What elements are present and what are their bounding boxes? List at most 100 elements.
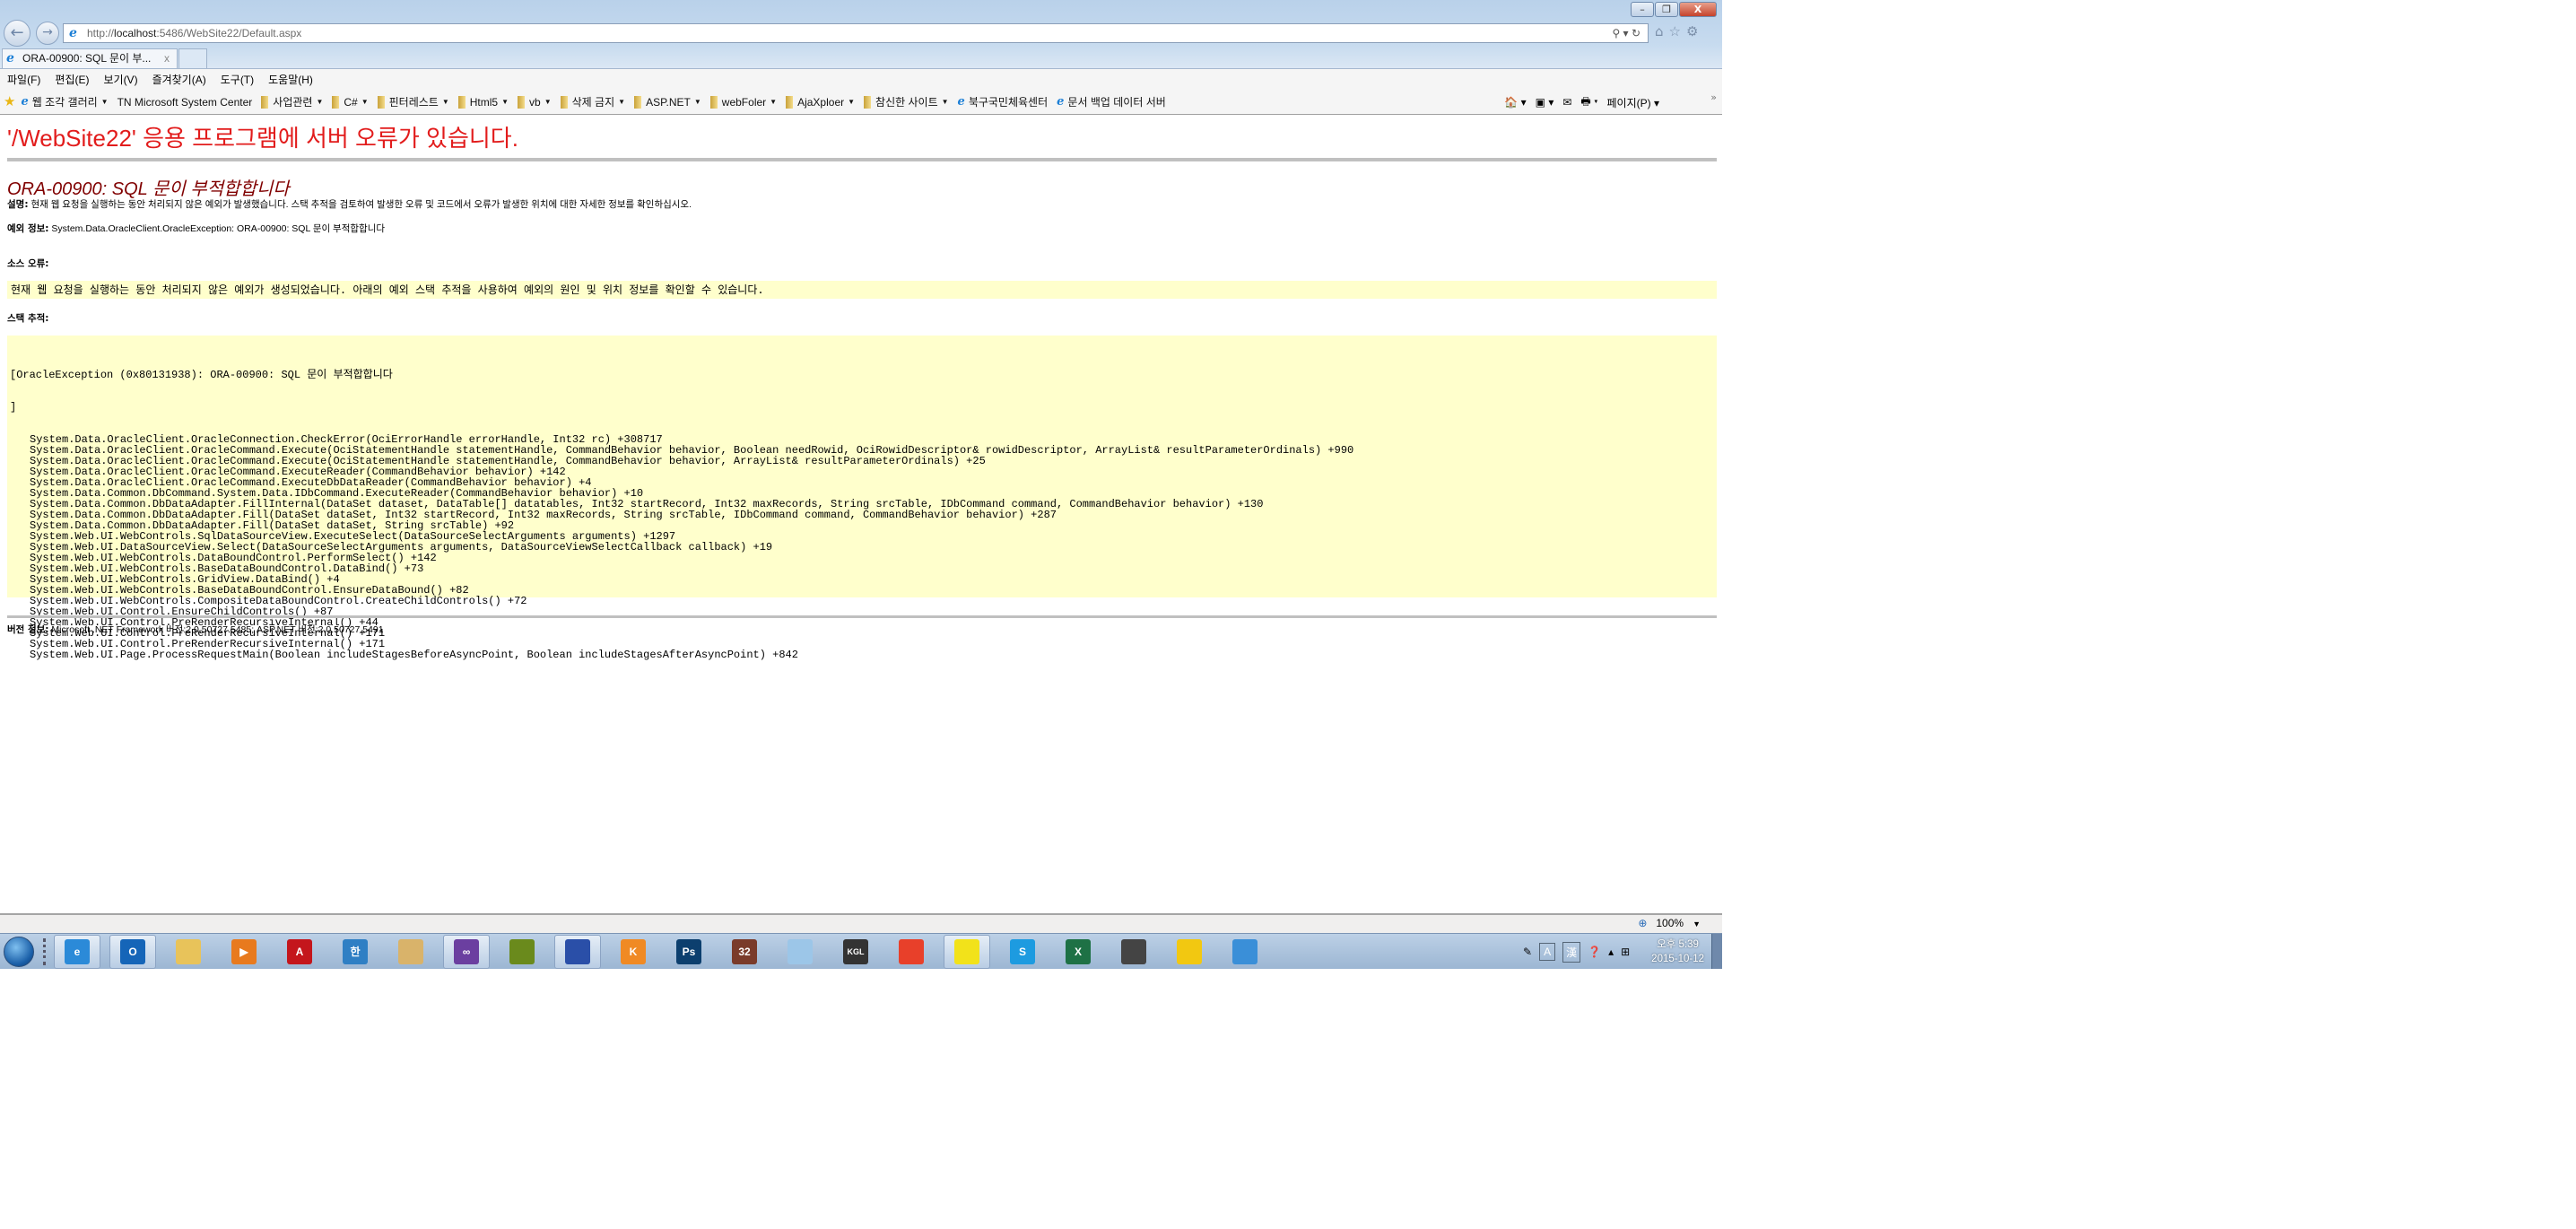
close-button[interactable]: X [1679, 2, 1717, 17]
favorite-item[interactable]: vb ▼ [518, 91, 552, 114]
taskbar-app-hangul-editor[interactable]: 한 [332, 935, 379, 969]
taskbar-app-visual-studio[interactable]: ∞ [443, 934, 490, 969]
chevron-down-icon[interactable]: ▼ [442, 91, 449, 114]
description: 설명: 현재 웹 요청을 실행하는 동안 처리되지 않은 예외가 발생했습니다.… [7, 197, 692, 211]
ime-hanja[interactable]: 漢 [1562, 941, 1581, 963]
menu-item[interactable]: 보기(V) [103, 69, 137, 90]
stack-label: 스택 추적: [7, 313, 49, 324]
taskbar-app-skype[interactable]: S [999, 935, 1046, 969]
home-icon[interactable]: ⌂ [1655, 23, 1669, 39]
favorite-item[interactable]: 사업관련 ▼ [261, 91, 323, 114]
menu-item[interactable]: 파일(F) [7, 69, 40, 90]
favorite-item[interactable]: AjaXploer ▼ [786, 91, 855, 114]
chevron-down-icon[interactable]: ▼ [848, 91, 855, 114]
taskbar-app-kakao-k3[interactable]: K [610, 935, 657, 969]
favorite-item[interactable]: ASP.NET ▼ [634, 91, 701, 114]
favorite-item[interactable]: webFoler ▼ [709, 91, 777, 114]
taskbar-app-excel[interactable]: X [1055, 935, 1101, 969]
menu-item[interactable]: 즐겨찾기(A) [152, 69, 206, 90]
taskbar-app-paint[interactable] [387, 935, 434, 969]
taskbar-app-acrobat[interactable]: A [276, 935, 323, 969]
zoom-control[interactable]: ⊕ 100% ▼ [1638, 917, 1701, 931]
chevron-down-icon[interactable]: ▼ [361, 91, 369, 114]
favorite-item[interactable]: TN Microsoft System Center [117, 91, 253, 114]
taskbar-app-file-explorer[interactable] [165, 935, 212, 969]
taskbar-app-calendar-app[interactable]: 32 [721, 935, 768, 969]
description-text: 현재 웹 요청을 실행하는 동안 처리되지 않은 예외가 발생했습니다. 스택 … [30, 199, 692, 210]
taskbar-grip[interactable] [43, 937, 50, 965]
taskbar-app-photoshop[interactable]: Ps [666, 935, 712, 969]
taskbar-app-notepad[interactable] [777, 935, 823, 969]
taskbar-app-eraser-app[interactable] [944, 934, 990, 969]
menu-item[interactable]: 도움말(H) [268, 69, 313, 90]
taskbar-app-powerbi[interactable] [1166, 935, 1213, 969]
favorite-label: 사업관련 [273, 95, 313, 109]
favorites-star-icon[interactable]: ★ [4, 91, 15, 114]
restore-button[interactable]: ❐ [1655, 2, 1678, 17]
acrobat-icon: A [287, 938, 312, 964]
status-bar: ⊕ 100% ▼ [0, 913, 1722, 933]
address-bar[interactable]: e http://localhost:5486/WebSite22/Defaul… [63, 23, 1649, 43]
favorite-item[interactable]: Html5 ▼ [457, 91, 509, 114]
favorite-item[interactable]: e 북구국민체육센터 [958, 91, 1049, 114]
folder-icon [332, 95, 340, 109]
version-info: 버전 정보: Microsoft .NET Framework 버전:2.0.5… [7, 623, 384, 636]
hangul-editor-icon: 한 [343, 938, 368, 964]
home-icon[interactable]: 🏠 ▾ [1504, 96, 1526, 109]
favorite-item[interactable]: 삭제 금지 ▼ [560, 91, 625, 114]
favorite-item[interactable]: e웹 조각 갤러리 ▼ [21, 91, 108, 114]
rss-feed-icon[interactable]: ▣ ▾ [1536, 96, 1554, 109]
favorite-item[interactable]: 핀터레스트 ▼ [377, 91, 449, 114]
forward-button[interactable]: → [36, 22, 59, 45]
taskbar-app-kgl-app[interactable]: KGL [832, 935, 879, 969]
menu-item[interactable]: 도구(T) [221, 69, 254, 90]
chevron-down-icon[interactable]: ▼ [544, 91, 552, 114]
chevron-down-icon[interactable]: ▼ [501, 91, 509, 114]
show-hidden-icons[interactable]: ▴ [1608, 946, 1614, 958]
chevron-down-icon[interactable]: ▼ [316, 91, 323, 114]
close-tab-icon[interactable]: x [164, 49, 170, 67]
start-button[interactable] [4, 936, 34, 967]
favorite-item[interactable]: C# ▼ [332, 91, 369, 114]
favorites-star-icon[interactable]: ☆ [1669, 23, 1686, 39]
language-bar-icon[interactable]: ✎ [1523, 946, 1532, 958]
favorite-item[interactable]: 참신한 사이트 ▼ [864, 91, 949, 114]
back-button[interactable]: ← [4, 20, 30, 47]
mail-icon[interactable]: ✉ [1562, 96, 1571, 109]
favorite-item[interactable]: e 문서 백업 데이터 서버 [1057, 91, 1166, 114]
taskbar-app-outlook[interactable]: O [109, 934, 156, 969]
help-icon[interactable]: ❓ [1588, 946, 1601, 958]
chevron-down-icon[interactable]: ▼ [1693, 917, 1701, 931]
chevron-down-icon[interactable]: ▼ [101, 91, 109, 114]
chevron-down-icon[interactable]: ▼ [694, 91, 701, 114]
print-icon[interactable]: 🖶 ▾ [1580, 93, 1597, 112]
favorite-label: webFoler [721, 95, 767, 109]
taskbar-app-media-player[interactable]: ▶ [221, 935, 267, 969]
search-icon[interactable]: ⚲ ▾ [1612, 27, 1628, 39]
taskbar-app-remote-desktop[interactable] [554, 934, 601, 969]
ie-icon: e [69, 26, 77, 40]
page-menu[interactable]: 페이지(P) ▾ [1607, 95, 1659, 110]
folder-icon [634, 95, 642, 109]
action-center-icon[interactable]: ⊞ [1621, 946, 1630, 958]
chevron-right-icon[interactable]: » [1710, 92, 1717, 103]
menu-item[interactable]: 편집(E) [55, 69, 89, 90]
gear-icon[interactable]: ⚙ [1686, 23, 1703, 39]
taskbar-app-control-panel[interactable] [1222, 935, 1268, 969]
chevron-down-icon[interactable]: ▼ [942, 91, 949, 114]
chevron-down-icon[interactable]: ▼ [618, 91, 625, 114]
new-tab-button[interactable] [178, 48, 207, 68]
taskbar-app-internet-explorer[interactable]: e [54, 934, 100, 969]
clock[interactable]: 오후 5:39 2015-10-12 [1651, 937, 1704, 966]
chevron-down-icon[interactable]: ▼ [770, 91, 777, 114]
taskbar-app-frog-app[interactable] [499, 935, 545, 969]
tab-active[interactable]: e ORA-00900: SQL 문이 부... x [2, 48, 178, 68]
favorite-label: TN Microsoft System Center [117, 95, 253, 109]
show-desktop-button[interactable] [1711, 934, 1722, 969]
taskbar-app-gom-player[interactable] [888, 935, 935, 969]
refresh-icon[interactable]: ↻ [1632, 27, 1640, 39]
minimize-button[interactable]: – [1631, 2, 1654, 17]
taskbar-app-camera-app[interactable] [1110, 935, 1157, 969]
ime-mode[interactable]: A [1539, 943, 1556, 961]
favorite-label: ASP.NET [646, 95, 691, 109]
